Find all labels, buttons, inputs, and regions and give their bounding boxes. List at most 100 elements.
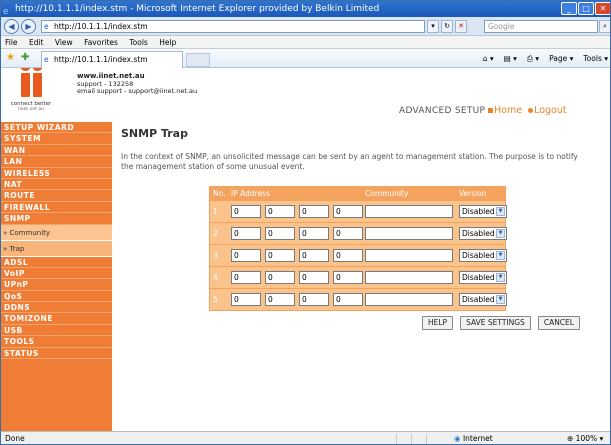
tools-menu[interactable]: Tools ▾ — [583, 52, 608, 65]
sidebar-subitem-community[interactable]: » Community — [1, 224, 112, 241]
ip-octet-input[interactable] — [265, 227, 295, 240]
main-panel: SNMP Trap In the context of SNMP, an uns… — [121, 122, 610, 431]
version-cell: Disabled ▼ — [455, 227, 507, 240]
favorites-star-icon[interactable]: ★ — [6, 52, 15, 63]
ip-octet-input[interactable] — [231, 227, 261, 240]
community-input[interactable] — [365, 271, 453, 284]
community-input[interactable] — [365, 293, 453, 306]
sidebar-item-voip[interactable]: VoIP — [1, 268, 112, 280]
version-select[interactable]: Disabled ▼ — [459, 227, 507, 240]
menu-help[interactable]: Help — [159, 38, 176, 47]
feeds-icon[interactable]: ▤ ▾ — [504, 52, 517, 65]
cancel-button[interactable]: CANCEL — [537, 316, 580, 330]
community-input[interactable] — [365, 205, 453, 218]
forward-button[interactable]: ▶ — [21, 19, 36, 34]
ip-address-fields — [228, 227, 363, 240]
ip-octet-input[interactable] — [333, 249, 363, 262]
community-input[interactable] — [365, 227, 453, 240]
community-input[interactable] — [365, 249, 453, 262]
sidebar-item-usb[interactable]: USB — [1, 325, 112, 337]
maximize-button[interactable]: □ — [578, 2, 594, 15]
sidebar-item-status[interactable]: STATUS — [1, 348, 112, 360]
ip-octet-input[interactable] — [265, 249, 295, 262]
page-content: connect better iinet.net.au www.iinet.ne… — [1, 68, 610, 431]
add-favorite-icon[interactable]: ✚ — [21, 52, 29, 63]
community-cell — [363, 227, 455, 240]
tab-page-icon: e — [44, 55, 49, 64]
menu-favorites[interactable]: Favorites — [84, 38, 118, 47]
ip-octet-input[interactable] — [265, 293, 295, 306]
home-icon[interactable]: ⌂ ▾ — [483, 52, 494, 65]
menu-file[interactable]: File — [5, 38, 18, 47]
url-input[interactable]: e http://10.1.1.1/index.stm — [41, 20, 425, 33]
security-zone[interactable]: ◉ Internet — [454, 432, 493, 444]
version-select[interactable]: Disabled ▼ — [459, 293, 507, 306]
minimize-button[interactable]: _ — [561, 2, 577, 15]
ip-octet-input[interactable] — [265, 271, 295, 284]
save-settings-button[interactable]: SAVE SETTINGS — [460, 316, 531, 330]
table-row: 3 Disabled▼ — [210, 244, 507, 266]
logout-link[interactable]: Logout — [534, 105, 567, 116]
ip-octet-input[interactable] — [299, 271, 329, 284]
ip-octet-input[interactable] — [333, 271, 363, 284]
refresh-icon[interactable]: ↻ — [441, 20, 453, 33]
ip-octet-input[interactable] — [299, 227, 329, 240]
version-select[interactable]: Disabled ▼ — [459, 271, 507, 284]
sidebar-item-firewall[interactable]: FIREWALL — [1, 202, 112, 214]
ip-octet-input[interactable] — [231, 271, 261, 284]
sidebar-item-setup-wizard[interactable]: SETUP WIZARD — [1, 122, 112, 134]
router-header: connect better iinet.net.au www.iinet.ne… — [1, 68, 610, 122]
version-select[interactable]: Disabled ▼ — [459, 249, 507, 262]
sidebar-item-adsl[interactable]: ADSL — [1, 257, 112, 268]
ip-octet-input[interactable] — [299, 249, 329, 262]
sidebar-item-nat[interactable]: NAT — [1, 179, 112, 191]
home-link[interactable]: Home — [494, 105, 522, 116]
close-button[interactable]: ✕ — [595, 2, 610, 15]
contact-email: email support - support@iinet.net.au — [77, 87, 198, 95]
header-no: No. — [213, 189, 226, 198]
page-menu[interactable]: Page ▾ — [549, 52, 573, 65]
sidebar-subitem-trap[interactable]: » Trap — [1, 240, 112, 257]
ip-octet-input[interactable] — [333, 227, 363, 240]
status-divider — [396, 434, 397, 444]
sidebar-item-wan[interactable]: WAN — [1, 145, 112, 157]
back-button[interactable]: ◀ — [4, 19, 19, 34]
sidebar-item-tools[interactable]: TOOLS — [1, 336, 112, 348]
print-icon[interactable]: ⎙ ▾ — [527, 52, 539, 65]
sidebar-item-qos[interactable]: QoS — [1, 291, 112, 303]
help-button[interactable]: HELP — [422, 316, 454, 330]
ip-octet-input[interactable] — [333, 205, 363, 218]
sidebar-item-wireless[interactable]: WIRELESS — [1, 168, 112, 179]
menu-tools[interactable]: Tools — [129, 38, 147, 47]
sidebar-item-system[interactable]: SYSTEM — [1, 133, 112, 145]
ip-octet-input[interactable] — [333, 293, 363, 306]
page-icon: e — [44, 22, 49, 31]
browser-tab[interactable]: e http://10.1.1.1/index.stm — [41, 51, 183, 68]
sidebar-item-tomizone[interactable]: TOMIZONE — [1, 313, 112, 325]
sidebar-item-route[interactable]: ROUTE — [1, 190, 112, 202]
ip-octet-input[interactable] — [231, 205, 261, 218]
sidebar-item-snmp[interactable]: SNMP — [1, 213, 112, 225]
address-dropdown-icon[interactable]: ▾ — [427, 20, 439, 33]
zone-label: Internet — [462, 434, 493, 443]
row-number: 2 — [210, 229, 228, 238]
sidebar-item-ddns[interactable]: DDNS — [1, 302, 112, 314]
stop-icon[interactable]: ✕ — [455, 20, 467, 33]
ip-octet-input[interactable] — [231, 293, 261, 306]
new-tab-button[interactable] — [186, 53, 210, 67]
zoom-icon: ⊕ — [567, 434, 576, 443]
ip-octet-input[interactable] — [299, 293, 329, 306]
search-icon[interactable]: ⌕ — [599, 20, 610, 33]
table-row: 1 Disabled▼ — [210, 200, 507, 222]
menu-view[interactable]: View — [55, 38, 73, 47]
zoom-control[interactable]: ⊕ 100% ▾ — [567, 432, 603, 444]
trap-table: No. IP Address Community Version 1 Disabl… — [209, 186, 507, 311]
sidebar-item-lan[interactable]: LAN — [1, 156, 112, 168]
ip-octet-input[interactable] — [231, 249, 261, 262]
version-select[interactable]: Disabled ▼ — [459, 205, 507, 218]
menu-edit[interactable]: Edit — [29, 38, 44, 47]
search-input[interactable]: Google — [484, 20, 598, 33]
sidebar-item-upnp[interactable]: UPnP — [1, 279, 112, 291]
ip-octet-input[interactable] — [265, 205, 295, 218]
ip-octet-input[interactable] — [299, 205, 329, 218]
